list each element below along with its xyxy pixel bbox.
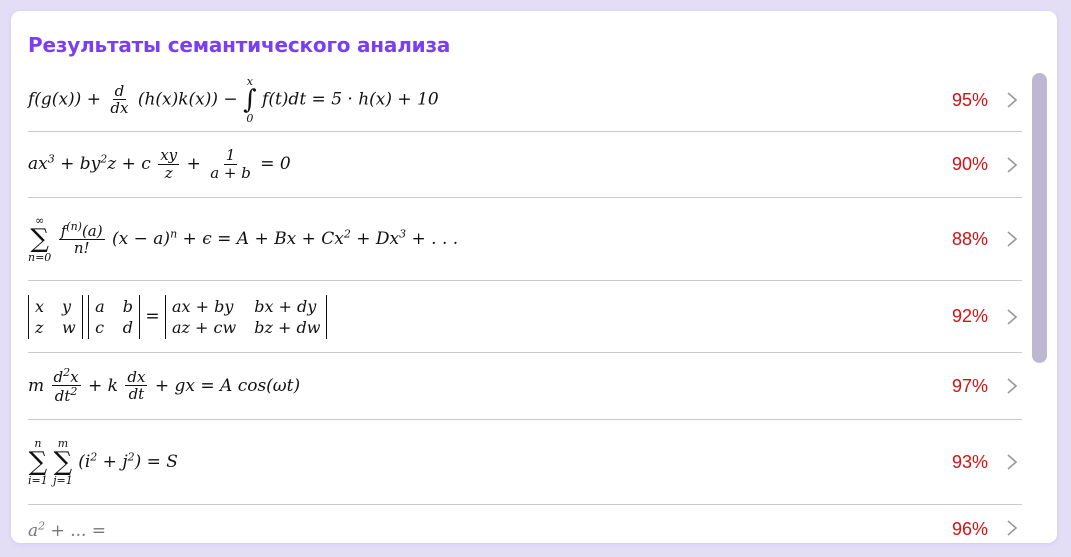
formula: n ∑ i=1 m ∑ j=1 (i2 + j2) = S	[28, 437, 178, 487]
result-row[interactable]: xyzw abcd = ax + by bx + dy az + cw bz + dw…	[28, 281, 1022, 353]
result-row[interactable]: ax3 + by2z + c xy z + 1a + b = 0 90%	[28, 132, 1022, 198]
match-score: 90%	[951, 154, 988, 174]
formula: ∞ ∑ n=0 f(n)(a) n! (x − a)n + ϵ = A + Bx + …	[28, 214, 459, 264]
chevron-right-icon[interactable]	[1002, 156, 1022, 174]
chevron-right-icon[interactable]	[1002, 91, 1022, 109]
formula: ax3 + by2z + c xy z + 1a + b = 0	[28, 146, 291, 182]
match-score: 95%	[951, 89, 988, 110]
chevron-right-icon[interactable]	[1002, 230, 1022, 248]
result-row[interactable]: n ∑ i=1 m ∑ j=1 (i2 + j2) = S 93%	[28, 420, 1022, 505]
results-panel: Результаты семантического анализа f(g(x)…	[11, 11, 1057, 543]
match-score: 97%	[951, 375, 988, 396]
chevron-right-icon[interactable]	[1002, 308, 1022, 326]
formula: f(g(x)) + d dx (h(x)k(x)) − x ∫ 0 f(t)dt = …	[28, 75, 439, 125]
result-row[interactable]: ∞ ∑ n=0 f(n)(a) n! (x − a)n + ϵ = A + Bx + …	[28, 198, 1022, 281]
scrollbar[interactable]	[1032, 73, 1047, 533]
formula: m d2x dt2 + k dx dt + gx = A cos(ωt)	[28, 365, 301, 406]
match-score: 92%	[951, 306, 988, 326]
match-score: 93%	[951, 451, 988, 472]
chevron-right-icon[interactable]	[1002, 377, 1022, 395]
result-row[interactable]: a2 + ... = 96%	[28, 505, 1022, 543]
match-score: 88%	[951, 228, 988, 249]
results-list: f(g(x)) + d dx (h(x)k(x)) − x ∫ 0 f(t)dt = …	[28, 69, 1022, 543]
chevron-right-icon[interactable]	[1002, 519, 1022, 537]
result-row[interactable]: f(g(x)) + d dx (h(x)k(x)) − x ∫ 0 f(t)dt = …	[28, 69, 1022, 132]
match-score: 96%	[951, 519, 988, 539]
formula: a2 + ... =	[28, 519, 107, 541]
result-row[interactable]: m d2x dt2 + k dx dt + gx = A cos(ωt) 97%	[28, 353, 1022, 420]
chevron-right-icon[interactable]	[1002, 453, 1022, 471]
scrollbar-thumb[interactable]	[1032, 73, 1047, 363]
formula: xyzw abcd = ax + by bx + dy az + cw bz + dw	[28, 294, 928, 339]
panel-title: Результаты семантического анализа	[28, 33, 451, 57]
